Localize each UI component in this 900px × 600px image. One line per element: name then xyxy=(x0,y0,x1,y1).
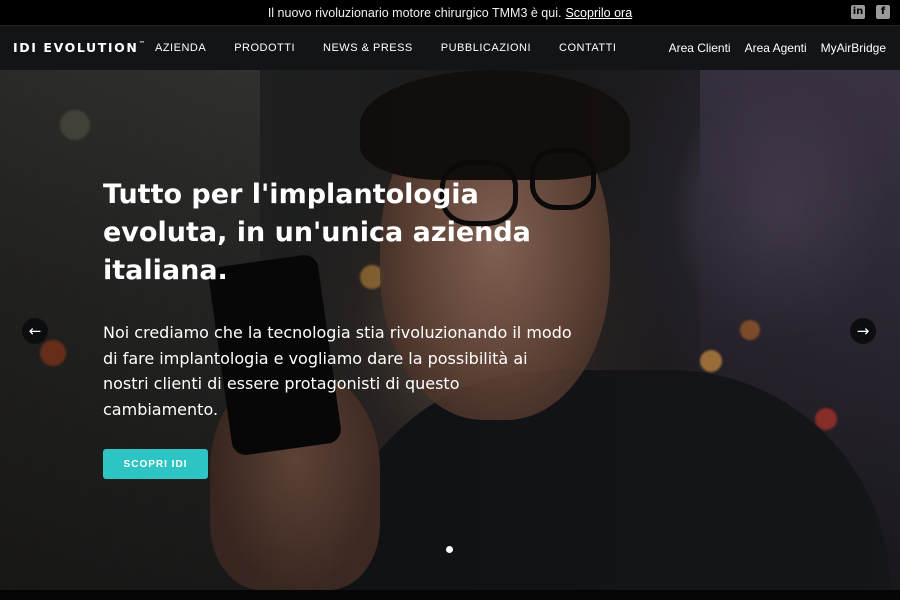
arrow-right-icon: → xyxy=(856,322,870,340)
facebook-icon[interactable]: f xyxy=(876,5,890,19)
scopri-idi-button[interactable]: SCOPRI IDI xyxy=(103,449,208,479)
social-links: in f xyxy=(851,5,890,19)
nav-item-pubblicazioni[interactable]: PUBBLICAZIONI xyxy=(441,42,531,54)
logo[interactable]: IDI EVOLUTION™ xyxy=(13,40,147,55)
nav-menu: AZIENDA PRODOTTI NEWS & PRESS PUBBLICAZI… xyxy=(155,42,616,54)
nav-item-azienda[interactable]: AZIENDA xyxy=(155,42,206,54)
area-agenti-link[interactable]: Area Agenti xyxy=(745,41,807,55)
logo-trademark: ™ xyxy=(138,40,147,48)
carousel-next-button[interactable]: → xyxy=(850,318,876,344)
carousel-dots xyxy=(446,546,453,553)
myairbridge-link[interactable]: MyAirBridge xyxy=(821,41,886,55)
bottom-strip xyxy=(0,590,900,600)
area-clienti-link[interactable]: Area Clienti xyxy=(669,41,731,55)
account-links: Area Clienti Area Agenti MyAirBridge xyxy=(669,41,886,55)
hero-description: Noi crediamo che la tecnologia stia rivo… xyxy=(103,323,572,419)
hero-carousel: Tutto per l'implantologia evoluta, in un… xyxy=(0,70,900,590)
hero-title: Tutto per l'implantologia evoluta, in un… xyxy=(103,179,531,286)
nav-item-contatti[interactable]: CONTATTI xyxy=(559,42,616,54)
announcement-link[interactable]: Scoprilo ora xyxy=(565,6,632,20)
arrow-left-icon: ← xyxy=(28,322,42,340)
nav-item-prodotti[interactable]: PRODOTTI xyxy=(234,42,295,54)
logo-text: IDI EVOLUTION xyxy=(13,40,139,55)
carousel-dot[interactable] xyxy=(446,546,453,553)
announcement-text: Il nuovo rivoluzionario motore chirurgic… xyxy=(267,5,562,20)
main-navigation: IDI EVOLUTION™ AZIENDA PRODOTTI NEWS & P… xyxy=(0,25,900,70)
announcement-bar: Il nuovo rivoluzionario motore chirurgic… xyxy=(0,0,900,25)
nav-item-news-press[interactable]: NEWS & PRESS xyxy=(323,42,413,54)
linkedin-icon[interactable]: in xyxy=(851,5,865,19)
announcement-message: Il nuovo rivoluzionario motore chirurgic… xyxy=(268,6,632,20)
carousel-prev-button[interactable]: ← xyxy=(22,318,48,344)
